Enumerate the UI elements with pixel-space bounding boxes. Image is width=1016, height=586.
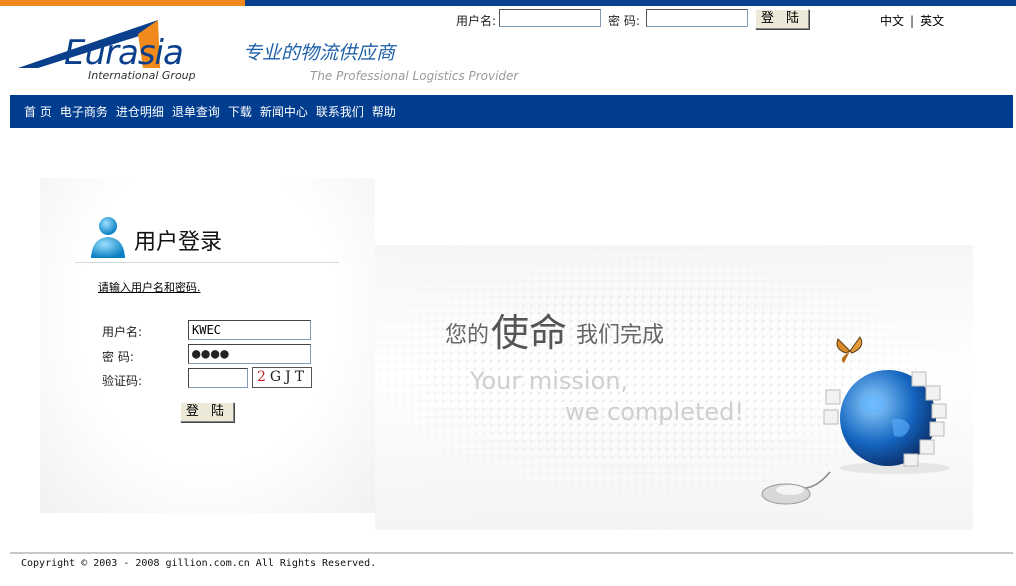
footer-divider bbox=[10, 552, 1013, 554]
header-password-input[interactable] bbox=[646, 9, 748, 27]
nav-item-5[interactable]: 新闻中心 bbox=[260, 103, 308, 120]
nav-item-2[interactable]: 进仓明细 bbox=[116, 103, 164, 120]
password-label: 密 码: bbox=[102, 350, 134, 364]
nav-item-1[interactable]: 电子商务 bbox=[60, 103, 108, 120]
main-nav: 首 页电子商务 进仓明细 退单查询 下载 新闻中心 联系我们 帮助 bbox=[10, 95, 1013, 128]
header-password-label: 密 码: bbox=[608, 14, 640, 28]
nav-item-6[interactable]: 联系我们 bbox=[316, 103, 364, 120]
header-login-button[interactable]: 登 陆 bbox=[755, 9, 809, 29]
nav-item-4[interactable]: 下载 bbox=[228, 103, 252, 120]
username-label: 用户名: bbox=[102, 325, 143, 339]
mission-cn-big: 使命 bbox=[491, 311, 568, 355]
nav-item-0[interactable]: 首 页 bbox=[24, 103, 52, 120]
nav-item-7[interactable]: 帮助 bbox=[372, 103, 396, 120]
username-input[interactable] bbox=[188, 320, 311, 340]
mission-cn-pre: 您的 bbox=[445, 323, 490, 348]
header-username-label: 用户名: bbox=[456, 14, 497, 28]
mission-en-line1: Your mission, bbox=[470, 367, 629, 395]
globe-puzzle-icon bbox=[823, 370, 950, 474]
captcha-red-char: 2 bbox=[257, 369, 270, 385]
title-divider bbox=[75, 262, 339, 263]
top-stripe-accent bbox=[0, 0, 245, 6]
captcha-label: 验证码: bbox=[102, 374, 143, 388]
top-stripe bbox=[0, 0, 1016, 6]
captcha-chars: GJT bbox=[269, 369, 309, 385]
slogan-chinese: 专业的物流供应商 bbox=[243, 42, 396, 64]
login-title: 用户登录 bbox=[134, 230, 223, 255]
nav-item-3[interactable]: 退单查询 bbox=[172, 103, 220, 120]
computer-mouse-icon bbox=[761, 471, 831, 505]
captcha-input[interactable] bbox=[188, 368, 248, 388]
language-switcher: 中文 | 英文 bbox=[880, 12, 944, 29]
login-submit-button[interactable]: 登 陆 bbox=[180, 402, 234, 422]
logo-wordmark: Eurasia bbox=[64, 33, 184, 73]
header-username-input[interactable] bbox=[499, 9, 601, 27]
lang-chinese-link[interactable]: 中文 bbox=[880, 14, 904, 28]
login-hint: 请输入用户名和密码. bbox=[98, 281, 201, 294]
copyright-text: Copyright © 2003 - 2008 gillion.com.cn A… bbox=[21, 558, 377, 569]
logo-subtitle: International Group bbox=[88, 69, 196, 82]
slogan-english: The Professional Logistics Provider bbox=[310, 69, 519, 83]
lang-separator: | bbox=[910, 14, 915, 28]
company-logo: Eurasia International Group bbox=[18, 16, 198, 86]
password-input[interactable]: ●●●● bbox=[188, 344, 311, 364]
captcha-image[interactable]: 2GJT bbox=[252, 367, 312, 388]
mission-cn-post: 我们完成 bbox=[576, 323, 665, 348]
mission-slogan-cn: 您的使命 我们完成 bbox=[445, 302, 664, 357]
butterfly-icon bbox=[836, 336, 863, 363]
mission-en-line2: we completed! bbox=[565, 398, 744, 426]
user-icon bbox=[91, 217, 125, 258]
lang-english-link[interactable]: 英文 bbox=[920, 14, 944, 28]
